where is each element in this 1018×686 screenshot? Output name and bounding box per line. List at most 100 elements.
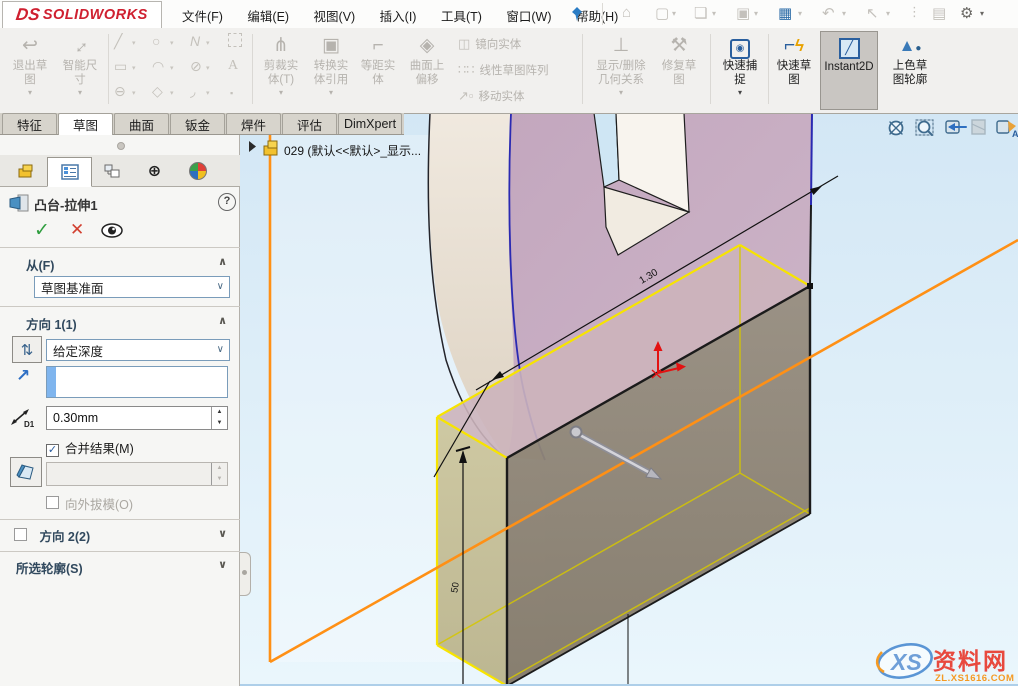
save-dropdown[interactable]: ▾: [754, 9, 758, 18]
trim-entities-button[interactable]: ⋔ 剪裁实 体(T) ▾: [256, 31, 306, 110]
tab-evaluate[interactable]: 评估: [282, 113, 337, 134]
merge-checkbox[interactable]: ✓: [46, 444, 59, 457]
menu-insert[interactable]: 插入(I): [370, 0, 427, 28]
flyout-tree-label[interactable]: 029 (默认<<默认>_显示...: [284, 143, 421, 158]
section-view-button[interactable]: [972, 120, 985, 134]
save-button[interactable]: ▣: [736, 4, 750, 22]
move-entities-button[interactable]: ↗▫ 移动实体: [458, 88, 525, 104]
menu-tools[interactable]: 工具(T): [431, 0, 492, 28]
open-file-button[interactable]: ❏: [694, 4, 707, 22]
direction-reference-box[interactable]: [46, 366, 228, 398]
convert-entities-button[interactable]: ▣ 转换实 体引用 ▾: [306, 31, 356, 110]
home-button[interactable]: ⌂: [622, 4, 631, 21]
circle-tool-icon[interactable]: ○: [152, 34, 160, 48]
undo-button[interactable]: ↶: [822, 4, 835, 22]
selected-contours-header[interactable]: 所选轮廓(S): [16, 558, 83, 577]
collapse-chevron-icon[interactable]: ∧: [218, 255, 227, 268]
graphics-viewport[interactable]: 1.30 50 029 (默认<<默认>_显示...: [240, 113, 1018, 686]
pin-menu-icon[interactable]: [570, 6, 584, 22]
slot-dropdown[interactable]: ▾: [132, 89, 136, 97]
dimxpertmanager-tab[interactable]: ⊕: [133, 157, 176, 185]
new-file-dropdown[interactable]: ▾: [672, 9, 676, 18]
rapid-sketch-button[interactable]: ⌐ϟ 快速草 图: [770, 31, 818, 110]
help-button[interactable]: ?: [218, 193, 236, 211]
collapse-chevron-icon[interactable]: ∧: [218, 314, 227, 327]
from-plane-select[interactable]: 草图基准面 ∨: [34, 276, 230, 298]
depth-input[interactable]: 0.30mm ▲▼: [46, 406, 228, 430]
extrude-side-face[interactable]: [437, 417, 507, 686]
repair-sketch-button[interactable]: ⚒ 修复草 图: [656, 31, 702, 110]
undo-dropdown[interactable]: ▾: [842, 9, 846, 18]
mirror-entities-button[interactable]: ◫ 镜向实体: [458, 36, 521, 52]
arc-dropdown[interactable]: ▾: [170, 64, 174, 72]
shaded-contours-button[interactable]: ▲● 上色草 图轮廓: [882, 31, 938, 110]
offset-entities-button[interactable]: ⌐ 等距实 体: [354, 31, 402, 110]
ok-button[interactable]: ✓: [34, 219, 50, 242]
direction2-section-header[interactable]: 方向 2(2): [14, 526, 90, 546]
featuremanager-tab[interactable]: [4, 157, 47, 185]
dropdown-arrow-icon[interactable]: ▾: [78, 88, 82, 97]
exit-sketch-button[interactable]: ↩ 退出草 图 ▾: [6, 31, 54, 110]
options-dropdown[interactable]: ▾: [980, 9, 984, 18]
merge-result-row[interactable]: ✓合并结果(M): [46, 438, 134, 458]
arc-tool-icon[interactable]: ◠: [152, 59, 164, 73]
print-button[interactable]: ▦: [778, 4, 792, 22]
spline-tool-icon[interactable]: N: [190, 34, 200, 48]
line-dropdown[interactable]: ▾: [132, 39, 136, 47]
spinner-buttons[interactable]: ▲▼: [211, 407, 227, 429]
text-tool-icon[interactable]: A: [228, 59, 238, 73]
ellipse-tool-icon[interactable]: ⊘: [190, 59, 202, 73]
dropdown-arrow-icon[interactable]: ▾: [619, 88, 623, 97]
sketch-picture-icon[interactable]: [228, 33, 242, 47]
dropdown-arrow-icon[interactable]: ▾: [28, 88, 32, 97]
polygon-dropdown[interactable]: ▾: [170, 89, 174, 97]
displaymanager-tab[interactable]: [176, 157, 219, 185]
direction1-section-header[interactable]: 方向 1(1): [26, 314, 77, 333]
point-tool-icon[interactable]: ▪: [230, 86, 233, 100]
print-dropdown[interactable]: ▾: [798, 9, 802, 18]
linear-pattern-button[interactable]: ∷∷ 线性草图阵列: [458, 62, 549, 78]
tab-sketch[interactable]: 草图: [58, 113, 113, 135]
smart-dimension-button[interactable]: ↔ 智能尺 寸 ▾: [56, 31, 104, 110]
end-condition-select[interactable]: 给定深度 ∨: [46, 339, 230, 361]
instant2d-button[interactable]: ╱ Instant2D: [820, 31, 878, 110]
circle-dropdown[interactable]: ▾: [170, 39, 174, 47]
quick-snaps-button[interactable]: ◉ 快速捕 捉 ▾: [714, 31, 766, 110]
tab-features[interactable]: 特征: [2, 113, 57, 134]
surface-offset-button[interactable]: ◈ 曲面上 偏移: [402, 31, 452, 110]
tab-dimxpert[interactable]: DimXpert: [338, 113, 402, 134]
fillet-dropdown[interactable]: ▾: [206, 89, 210, 97]
dimension-height-text[interactable]: 50: [449, 581, 462, 593]
menu-edit[interactable]: 编辑(E): [237, 0, 299, 28]
from-section-header[interactable]: 从(F): [26, 255, 54, 274]
rectangle-tool-icon[interactable]: ▭: [114, 59, 127, 73]
tab-weldments[interactable]: 焊件: [226, 113, 281, 134]
new-file-button[interactable]: ▢: [655, 4, 669, 22]
ellipse-dropdown[interactable]: ▾: [206, 64, 210, 72]
zoom-fit-button[interactable]: [890, 122, 903, 135]
draft-button[interactable]: [10, 457, 42, 487]
toggle-pane-button[interactable]: ⋮: [908, 4, 921, 20]
panel-splitter-handle[interactable]: [240, 552, 251, 596]
preview-eye-button[interactable]: [100, 223, 124, 238]
rectangle-dropdown[interactable]: ▾: [132, 64, 136, 72]
open-file-dropdown[interactable]: ▾: [712, 9, 716, 18]
select-dropdown[interactable]: ▾: [886, 9, 890, 18]
tab-sheetmetal[interactable]: 钣金: [170, 113, 225, 134]
spline-dropdown[interactable]: ▾: [206, 39, 210, 47]
menu-window[interactable]: 窗口(W): [496, 0, 561, 28]
fillet-tool-icon[interactable]: ◞: [190, 84, 195, 98]
propertymanager-tab[interactable]: [47, 157, 92, 187]
dropdown-arrow-icon[interactable]: ▾: [329, 88, 333, 97]
menu-view[interactable]: 视图(V): [304, 0, 366, 28]
options-gear-button[interactable]: ⚙: [960, 4, 973, 22]
tab-surfaces[interactable]: 曲面: [114, 113, 169, 134]
expand-chevron-icon[interactable]: ∨: [218, 558, 227, 571]
menu-file[interactable]: 文件(F): [172, 0, 233, 28]
expand-chevron-icon[interactable]: ∨: [218, 527, 227, 540]
reverse-direction-button[interactable]: ⇅: [12, 336, 42, 363]
panel-splitter-dot[interactable]: [117, 142, 125, 150]
configurationmanager-tab[interactable]: [90, 157, 133, 185]
display-relations-button[interactable]: ⊥ 显示/删除 几何关系 ▾: [588, 31, 654, 110]
polygon-tool-icon[interactable]: ◇: [152, 84, 163, 98]
